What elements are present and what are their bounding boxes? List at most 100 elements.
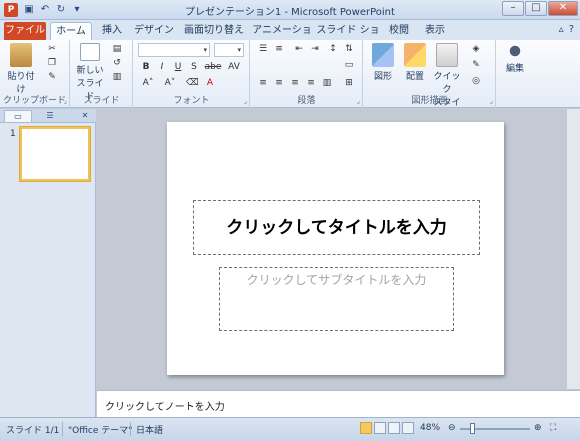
pane-close-icon[interactable]: ✕: [78, 110, 92, 122]
zoom-level[interactable]: 48%: [420, 423, 440, 433]
strikethrough-button[interactable]: abe: [204, 62, 222, 72]
quick-styles-label-1: クイック: [433, 72, 461, 95]
slide-sorter-view-icon[interactable]: [374, 422, 386, 434]
group-label-paragraph: 段落: [297, 96, 316, 106]
font-grow-icon[interactable]: A˄: [140, 78, 156, 88]
subtitle-placeholder[interactable]: クリックしてサブタイトルを入力: [219, 267, 454, 331]
language-indicator[interactable]: 日本語: [136, 423, 163, 436]
editing-button[interactable]: 編集: [501, 43, 529, 74]
tab-transitions[interactable]: 画面切り替え: [180, 22, 248, 40]
shadow-button[interactable]: S: [188, 62, 200, 72]
status-separator: [62, 422, 63, 436]
new-slide-icon: [80, 43, 100, 61]
group-clipboard: 貼り付け ✂ ❐ ✎ クリップボード ⌟: [0, 40, 70, 108]
paste-label: 貼り付け: [7, 72, 35, 95]
shapes-label: 図形: [373, 72, 392, 82]
arrange-button[interactable]: 配置: [400, 43, 430, 82]
zoom-out-icon[interactable]: ⊖: [448, 423, 456, 433]
justify-icon[interactable]: ≡: [305, 78, 317, 88]
copy-icon[interactable]: ❐: [46, 58, 58, 68]
layout-icon[interactable]: ▤: [111, 44, 123, 54]
help-icon[interactable]: ?: [569, 24, 574, 35]
group-label-slides: スライド: [83, 96, 120, 106]
binoculars-icon: [505, 43, 525, 59]
tab-design[interactable]: デザイン: [132, 22, 176, 40]
slideshow-view-icon[interactable]: [402, 422, 414, 434]
tab-insert[interactable]: 挿入: [96, 22, 128, 40]
numbering-icon[interactable]: ≡: [273, 44, 285, 54]
align-left-icon[interactable]: ≡: [257, 78, 269, 88]
group-editing: 編集: [497, 40, 533, 108]
shape-fill-icon[interactable]: ◈: [470, 44, 482, 54]
section-icon[interactable]: ▥: [111, 72, 123, 82]
notes-pane[interactable]: クリックしてノートを入力: [97, 390, 580, 417]
group-font: ▾ ▾ B I U S abe AV A˄ A˅ ⌫ A フォント ⌟: [134, 40, 250, 108]
bullets-icon[interactable]: ☰: [257, 44, 269, 54]
title-bar: P ▣ ↶ ↻ ▾ プレゼンテーション1 - Microsoft PowerPo…: [0, 0, 580, 20]
italic-button[interactable]: I: [156, 62, 168, 72]
decrease-indent-icon[interactable]: ⇤: [293, 44, 305, 54]
bold-button[interactable]: B: [140, 62, 152, 72]
align-center-icon[interactable]: ≡: [273, 78, 285, 88]
vertical-scrollbar[interactable]: [566, 109, 580, 389]
shape-outline-icon[interactable]: ✎: [470, 60, 482, 70]
align-right-icon[interactable]: ≡: [289, 78, 301, 88]
tab-review[interactable]: 校閲: [384, 22, 414, 40]
font-color-icon[interactable]: A: [204, 78, 216, 88]
reset-icon[interactable]: ↺: [111, 58, 123, 68]
underline-button[interactable]: U: [172, 62, 184, 72]
tab-animations[interactable]: アニメーション: [250, 22, 314, 54]
shape-effects-icon[interactable]: ◎: [470, 76, 482, 86]
smartart-icon[interactable]: ⊞: [343, 78, 355, 88]
new-slide-label-1: 新しい: [76, 66, 104, 76]
font-name-combo[interactable]: ▾: [138, 43, 210, 57]
slide-canvas[interactable]: クリックしてタイトルを入力 クリックしてサブタイトルを入力: [167, 122, 504, 375]
reading-view-icon[interactable]: [388, 422, 400, 434]
format-painter-icon[interactable]: ✎: [46, 72, 58, 82]
char-spacing-button[interactable]: AV: [226, 62, 242, 72]
line-spacing-icon[interactable]: ↕: [327, 44, 339, 54]
close-button[interactable]: ✕: [548, 1, 578, 16]
font-size-combo[interactable]: ▾: [214, 43, 244, 57]
paste-button[interactable]: 貼り付け: [4, 43, 38, 95]
cut-icon[interactable]: ✂: [46, 44, 58, 54]
increase-indent-icon[interactable]: ⇥: [309, 44, 321, 54]
clear-format-icon[interactable]: ⌫: [186, 78, 199, 88]
slide-editing-area: クリックしてタイトルを入力 クリックしてサブタイトルを入力: [97, 109, 580, 389]
clipboard-launcher-icon[interactable]: ⌟: [64, 97, 67, 105]
ribbon-home: 貼り付け ✂ ❐ ✎ クリップボード ⌟ 新しい スライド ▤ ↺ ▥ スライド…: [0, 40, 580, 121]
font-launcher-icon[interactable]: ⌟: [244, 97, 247, 105]
ribbon-minimize-icon[interactable]: ▵: [559, 24, 564, 35]
outline-tab-icon[interactable]: ☰: [36, 110, 64, 122]
tab-file[interactable]: ファイル: [4, 22, 46, 40]
tab-view[interactable]: 表示: [418, 22, 452, 40]
maximize-button[interactable]: □: [525, 1, 547, 16]
tab-home[interactable]: ホーム: [50, 22, 92, 40]
window-controls: – □ ✕: [502, 1, 578, 16]
zoom-slider-thumb[interactable]: [470, 423, 475, 434]
drawing-launcher-icon[interactable]: ⌟: [490, 97, 493, 105]
shapes-icon: [372, 43, 394, 67]
zoom-in-icon[interactable]: ⊕: [534, 423, 542, 433]
pane-tabs: ▭ ☰ ✕: [0, 109, 96, 123]
status-separator: [130, 422, 131, 436]
columns-icon[interactable]: ▥: [321, 78, 333, 88]
slides-tab-icon[interactable]: ▭: [4, 110, 32, 122]
paste-icon: [10, 43, 32, 67]
tab-slideshow[interactable]: スライド ショー: [316, 22, 380, 54]
notes-placeholder: クリックしてノートを入力: [105, 402, 225, 413]
fit-to-window-icon[interactable]: ⛶: [550, 423, 556, 433]
group-label-font: フォント: [173, 96, 210, 106]
paragraph-launcher-icon[interactable]: ⌟: [357, 97, 360, 105]
theme-name[interactable]: "Office テーマ": [68, 423, 132, 436]
text-direction-icon[interactable]: ⇅: [343, 44, 355, 54]
group-label-drawing: 図形描画: [411, 96, 448, 106]
align-text-icon[interactable]: ▭: [343, 60, 355, 70]
slide-thumbnail[interactable]: [20, 127, 90, 181]
normal-view-icon[interactable]: [360, 422, 372, 434]
editing-label: 編集: [505, 64, 524, 74]
font-shrink-icon[interactable]: A˅: [162, 78, 178, 88]
title-placeholder[interactable]: クリックしてタイトルを入力: [193, 200, 480, 255]
shapes-button[interactable]: 図形: [368, 43, 398, 82]
minimize-button[interactable]: –: [502, 1, 524, 16]
